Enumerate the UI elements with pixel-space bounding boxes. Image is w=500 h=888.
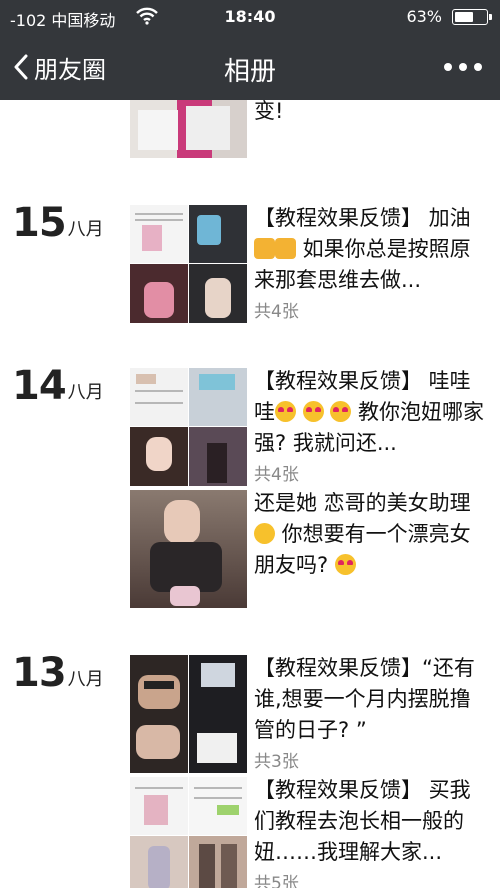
post-thumbnail [130, 655, 247, 773]
date-label: 14 八月 [12, 366, 104, 406]
photo-count: 共4张 [254, 465, 299, 485]
post-text: 【教程效果反馈】 加油 如果你总是按照原来那套思维去做... [254, 206, 471, 292]
post-thumbnail [130, 368, 247, 486]
album-post[interactable]: 【教程效果反馈】“还有谁,想要一个月内摆脱撸管的日子? ” 共3张 [130, 655, 490, 773]
more-button[interactable] [444, 59, 482, 75]
post-text: 还是她 恋哥的美女助理 你想要有一个漂亮女朋友吗? [254, 491, 471, 577]
album-post[interactable]: 【教程效果反馈】 加油 如果你总是按照原来那套思维去做... 共4张 [130, 205, 490, 323]
post-thumbnail [130, 777, 247, 888]
date-month: 八月 [67, 669, 104, 690]
date-month: 八月 [67, 382, 104, 403]
post-text: 【教程效果反馈】 哇哇哇 教你泡妞哪家强? 我就问还... [254, 369, 485, 455]
date-day: 15 [12, 200, 67, 246]
date-day: 14 [12, 363, 67, 409]
thumbs-up-icon [254, 238, 275, 259]
post-text: 【教程效果反馈】 买我们教程去泡长相一般的妞……我理解大家... [254, 778, 471, 864]
album-post[interactable]: 还是她 恋哥的美女助理 你想要有一个漂亮女朋友吗? [130, 490, 490, 608]
heart-eyes-icon [302, 401, 324, 422]
thumbs-up-icon [275, 238, 296, 259]
album-post[interactable]: 变! [130, 100, 490, 158]
battery-icon [452, 9, 492, 25]
post-text: 变! [254, 100, 284, 123]
post-thumbnail [130, 490, 247, 608]
photo-count: 共3张 [254, 752, 299, 772]
status-bar: -102 中国移动 18:40 63% [0, 0, 500, 34]
date-month: 八月 [67, 219, 104, 240]
date-day: 13 [12, 650, 67, 696]
smiling-face-icon [254, 523, 275, 544]
date-label: 13 八月 [12, 653, 104, 693]
heart-eyes-icon [330, 401, 352, 422]
nav-bar: 朋友圈 相册 [0, 34, 500, 100]
post-thumbnail [130, 205, 247, 323]
page-title: 相册 [223, 57, 276, 87]
post-thumbnail [130, 100, 247, 158]
post-text: 【教程效果反馈】“还有谁,想要一个月内摆脱撸管的日子? ” [254, 656, 475, 742]
photo-count: 共5张 [254, 874, 299, 888]
heart-eyes-icon [275, 401, 296, 422]
date-label: 15 八月 [12, 203, 104, 243]
album-feed[interactable]: 变! 15 八月 【教程效果反馈】 加油 如果你总是按照原来那套思维去做... … [0, 100, 500, 888]
battery-percent: 63% [406, 7, 442, 26]
photo-count: 共4张 [254, 302, 299, 322]
more-icon [444, 63, 452, 71]
album-post[interactable]: 【教程效果反馈】 哇哇哇 教你泡妞哪家强? 我就问还... 共4张 [130, 368, 490, 486]
heart-eyes-icon [334, 554, 356, 575]
album-post[interactable]: 【教程效果反馈】 买我们教程去泡长相一般的妞……我理解大家... 共5张 [130, 777, 490, 888]
